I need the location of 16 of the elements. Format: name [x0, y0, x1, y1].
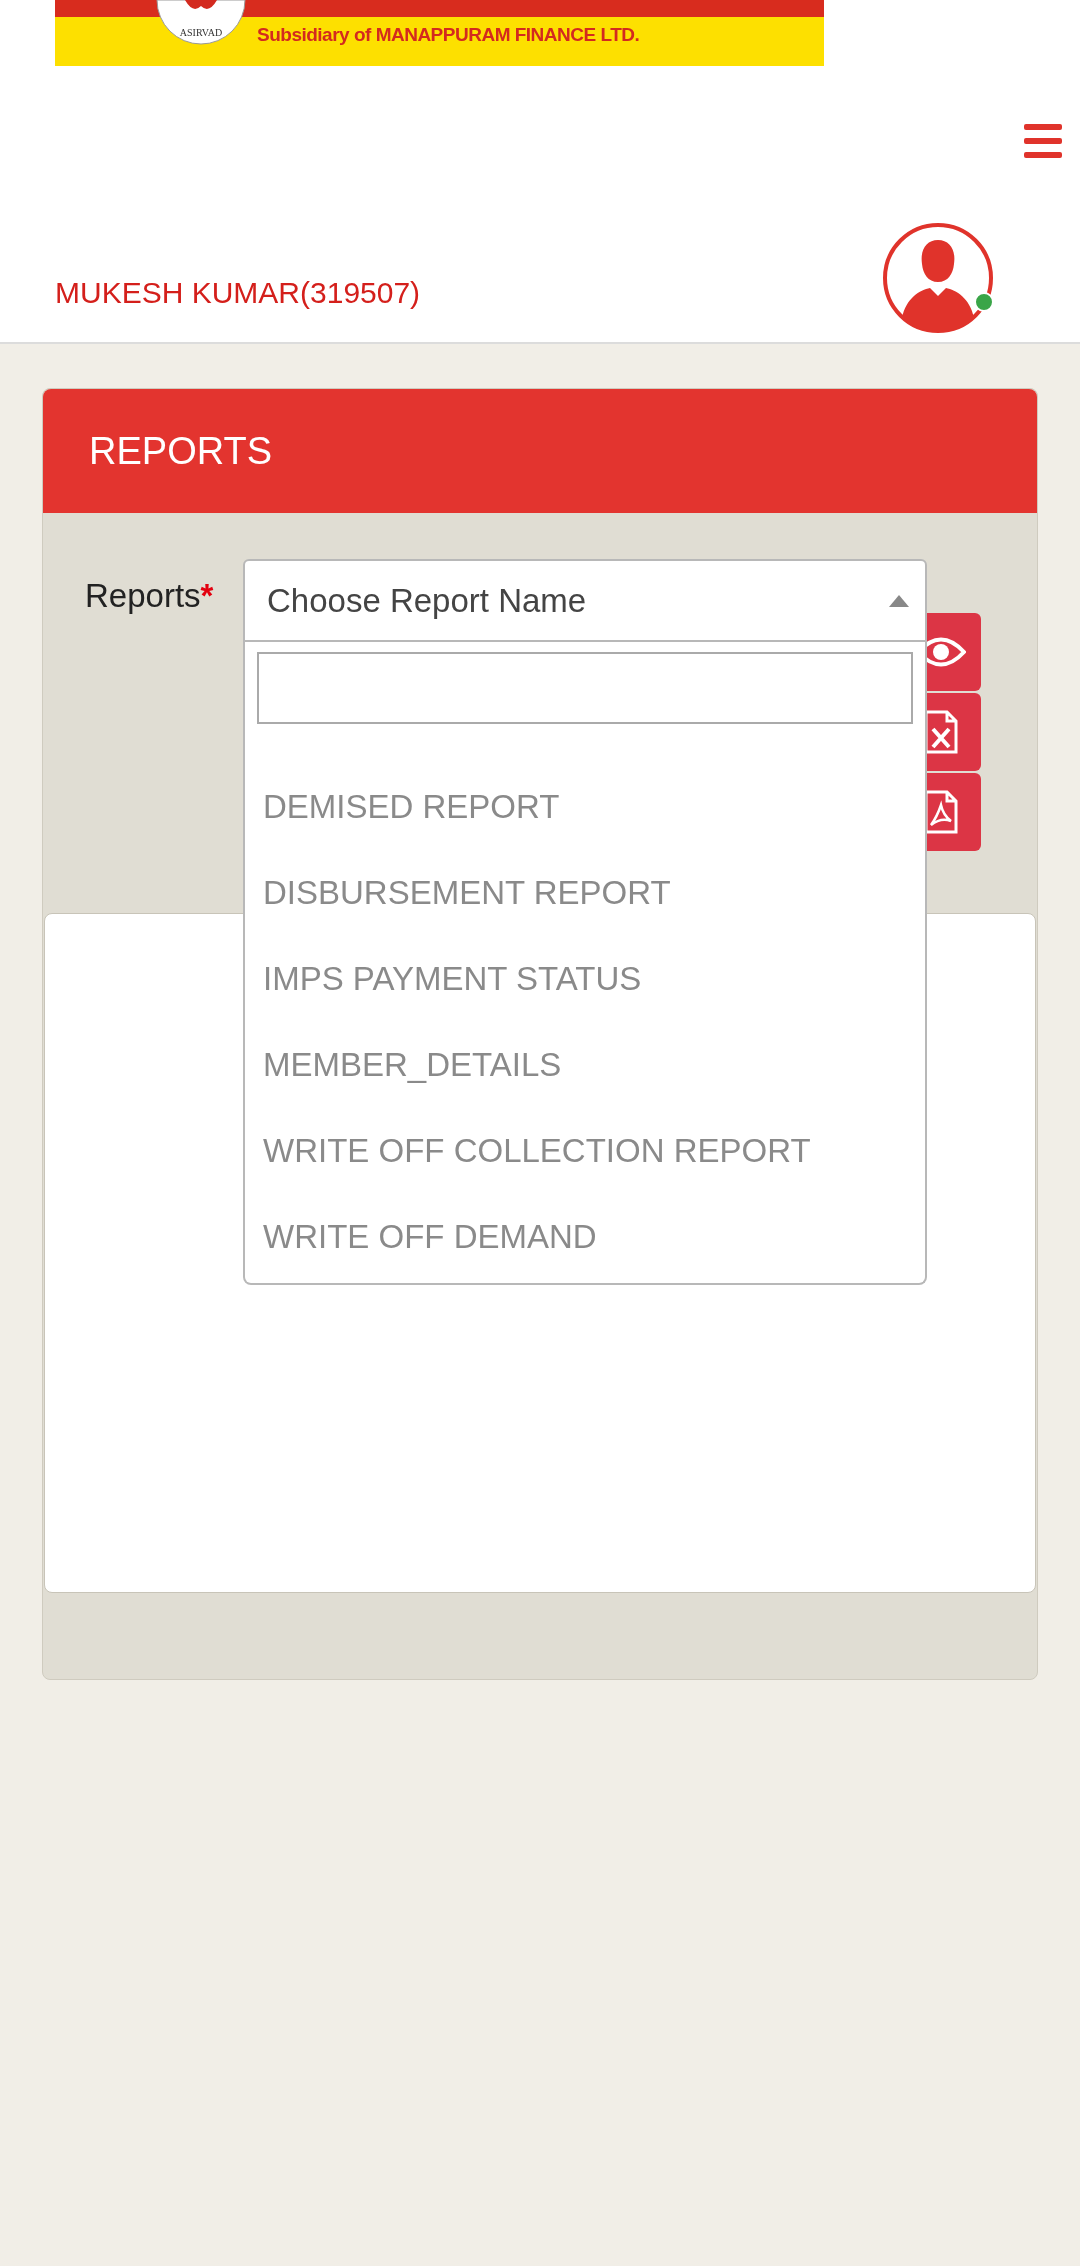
- caret-icon: [889, 594, 909, 607]
- tagline: Subsidiary of MANAPPURAM FINANCE LTD.: [257, 24, 640, 46]
- dropdown-option[interactable]: WRITE OFF DEMAND: [257, 1194, 913, 1280]
- report-select[interactable]: Choose Report Name: [243, 559, 927, 642]
- panel-title: REPORTS: [89, 429, 272, 473]
- menu-icon[interactable]: [1024, 124, 1062, 158]
- dropdown-option[interactable]: DEMISED REPORT: [257, 764, 913, 850]
- search-field[interactable]: [257, 652, 913, 724]
- dropdown-option[interactable]: IMPS PAYMENT STATUS: [257, 936, 913, 1022]
- avatar-icon[interactable]: [882, 222, 994, 334]
- field-label: Reports*: [85, 577, 215, 615]
- dropdown-option[interactable]: DISBURSEMENT REPORT: [257, 850, 913, 936]
- dropdown-option[interactable]: MEMBER_DETAILS: [257, 1022, 913, 1108]
- dropdown-option[interactable]: WRITE OFF COLLECTION REPORT: [257, 1108, 913, 1194]
- logo-icon: ASIRVAD: [155, 0, 247, 46]
- user-name: MUKESH KUMAR(319507): [55, 276, 421, 310]
